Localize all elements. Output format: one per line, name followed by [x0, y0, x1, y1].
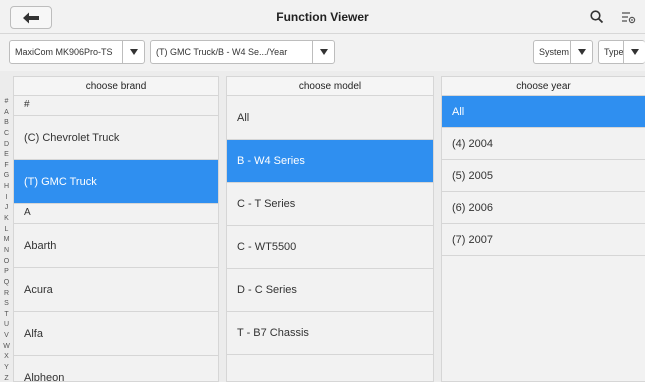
list-item-label: Alfa: [24, 327, 43, 340]
alphabet-index-letter[interactable]: O: [4, 258, 9, 265]
list-item[interactable]: Alpheon: [14, 356, 218, 382]
list-item-label: (4) 2004: [452, 137, 493, 150]
list-item-label: T - B7 Chassis: [237, 327, 309, 339]
alphabet-index-letter[interactable]: D: [4, 141, 9, 148]
alphabet-index-letter[interactable]: E: [4, 151, 9, 158]
list-item[interactable]: All: [227, 96, 433, 140]
top-bar: Function Viewer: [0, 0, 645, 34]
alphabet-index-letter[interactable]: M: [4, 236, 10, 243]
system-dropdown-value: System: [539, 47, 570, 57]
list-item-label: All: [237, 111, 250, 124]
model-column-header: choose model: [227, 77, 433, 96]
brand-column-header: choose brand: [14, 77, 218, 96]
alphabet-index-letter[interactable]: K: [4, 215, 9, 222]
type-dropdown-value: Type: [604, 47, 623, 57]
list-item[interactable]: (4) 2004: [442, 128, 645, 160]
alphabet-index-letter[interactable]: V: [4, 332, 9, 339]
system-dropdown[interactable]: System: [533, 40, 593, 64]
list-item[interactable]: Abarth: [14, 224, 218, 268]
chevron-down-icon: [312, 41, 334, 63]
list-item[interactable]: Alfa: [14, 312, 218, 356]
list-item-label: (C) Chevrolet Truck: [24, 131, 120, 144]
alphabet-index-letter[interactable]: S: [4, 300, 9, 307]
list-item-label: Alpheon: [24, 371, 65, 382]
list-item-label: Acura: [24, 283, 53, 296]
list-item-label: C - T Series: [237, 198, 296, 210]
alphabet-index-letter[interactable]: F: [4, 162, 8, 169]
alphabet-index-letter[interactable]: H: [4, 183, 9, 190]
alphabet-index-letter[interactable]: I: [6, 194, 8, 201]
section-letter: A: [14, 204, 218, 224]
list-item[interactable]: T - B7 Chassis: [227, 312, 433, 355]
list-item-label: (5) 2005: [452, 169, 493, 182]
list-item-label: C - WT5500: [237, 241, 297, 253]
alphabet-index-letter[interactable]: A: [4, 109, 9, 116]
list-item-label: Abarth: [24, 239, 57, 252]
year-column: choose year All (4) 2004 (5) 2005 (6) 2006 (…: [441, 76, 645, 382]
brand-list: # (C) Chevrolet Truck (T) GMC Truck A Abarth…: [14, 96, 218, 382]
page-title: Function Viewer: [276, 10, 369, 24]
list-item-label: B - W4 Series: [237, 155, 305, 167]
section-letter: #: [14, 96, 218, 116]
model-path-dropdown[interactable]: (T) GMC Truck/B - W4 Se.../Year: [150, 40, 335, 64]
year-list: All (4) 2004 (5) 2005 (6) 2006 (7) 2007: [442, 96, 645, 256]
list-item-label: D - C Series: [237, 284, 297, 296]
search-icon[interactable]: [589, 9, 605, 25]
chevron-down-icon: [570, 41, 592, 63]
model-column: choose model All B - W4 Series C - T Serie…: [226, 76, 434, 382]
list-item[interactable]: D - C Series: [227, 269, 433, 312]
list-item[interactable]: (C) Chevrolet Truck: [14, 116, 218, 160]
type-dropdown[interactable]: Type: [598, 40, 645, 64]
model-path-dropdown-value: (T) GMC Truck/B - W4 Se.../Year: [156, 47, 288, 57]
list-item[interactable]: All: [442, 96, 645, 128]
alphabet-index-letter[interactable]: G: [4, 172, 9, 179]
alphabet-index-letter[interactable]: #: [5, 98, 9, 105]
list-item-label: #: [24, 99, 30, 110]
alphabet-index-letter[interactable]: R: [4, 290, 9, 297]
alphabet-index-letter[interactable]: C: [4, 130, 9, 137]
alphabet-index-letter[interactable]: Q: [4, 279, 9, 286]
list-item[interactable]: (5) 2005: [442, 160, 645, 192]
alphabet-index-letter[interactable]: X: [4, 353, 9, 360]
alphabet-index-letter[interactable]: P: [4, 268, 9, 275]
alphabet-index-letter[interactable]: U: [4, 321, 9, 328]
alphabet-index[interactable]: # A B C D E F G H I J K L M N O P Q R S T U V W X Y Z: [0, 96, 13, 382]
selector-row: MaxiCom MK906Pro-TS (T) GMC Truck/B - W4…: [0, 34, 645, 71]
chevron-down-icon: [623, 41, 645, 63]
alphabet-index-letter[interactable]: J: [5, 204, 9, 211]
alphabet-index-letter[interactable]: Y: [4, 364, 9, 371]
brand-column: choose brand # (C) Chevrolet Truck (T) GMC…: [13, 76, 219, 382]
list-item[interactable]: Acura: [14, 268, 218, 312]
list-item-label: A: [24, 207, 31, 218]
list-item-label: (T) GMC Truck: [24, 175, 97, 188]
list-item-label: (7) 2007: [452, 233, 493, 246]
chevron-down-icon: [122, 41, 144, 63]
alphabet-index-letter[interactable]: N: [4, 247, 9, 254]
list-item[interactable]: C - WT5500: [227, 226, 433, 269]
alphabet-index-letter[interactable]: L: [5, 226, 9, 233]
alphabet-index-letter[interactable]: Z: [4, 375, 8, 382]
list-item[interactable]: (6) 2006: [442, 192, 645, 224]
model-list: All B - W4 Series C - T Series C - WT5500 D …: [227, 96, 433, 355]
alphabet-index-letter[interactable]: T: [4, 311, 8, 318]
list-item[interactable]: B - W4 Series: [227, 140, 433, 183]
alphabet-index-letter[interactable]: W: [3, 343, 10, 350]
list-item[interactable]: C - T Series: [227, 183, 433, 226]
list-item-label: All: [452, 105, 465, 118]
list-item-label: (6) 2006: [452, 201, 493, 214]
alphabet-index-letter[interactable]: B: [4, 119, 9, 126]
vehicle-dropdown[interactable]: MaxiCom MK906Pro-TS: [9, 40, 145, 64]
year-column-header: choose year: [442, 77, 645, 96]
list-item[interactable]: (T) GMC Truck: [14, 160, 218, 204]
filter-settings-icon[interactable]: [620, 9, 636, 25]
vehicle-dropdown-value: MaxiCom MK906Pro-TS: [15, 47, 113, 57]
list-item[interactable]: (7) 2007: [442, 224, 645, 256]
